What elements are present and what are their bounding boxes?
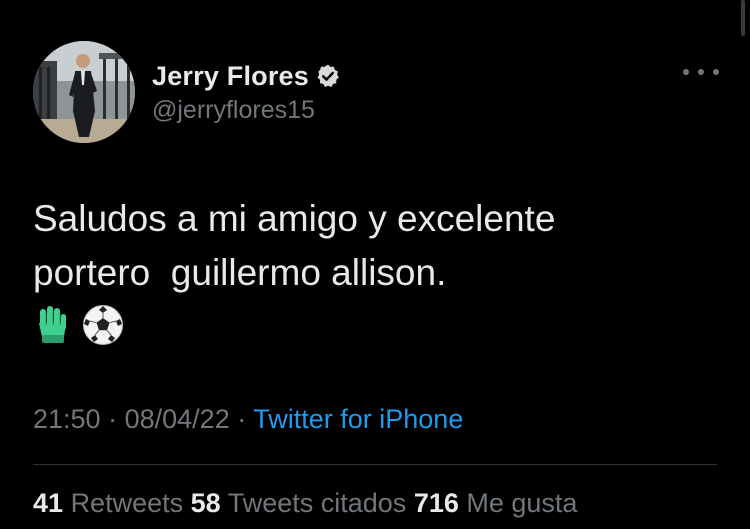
tweet-emoji-row: [36, 304, 124, 351]
divider: [33, 464, 717, 465]
quote-tweets-count: 58: [190, 488, 221, 518]
tweet-metadata: 21:50 · 08/04/22 · Twitter for iPhone: [33, 404, 463, 435]
author-handle[interactable]: @jerryflores15: [152, 96, 315, 125]
more-dot: [683, 69, 689, 75]
retweets-count: 41: [33, 488, 64, 518]
verified-badge-icon: [315, 63, 341, 89]
avatar[interactable]: [33, 41, 135, 143]
tweet-source-link[interactable]: Twitter for iPhone: [253, 404, 463, 434]
tweet-time[interactable]: 21:50: [33, 404, 101, 434]
author-display-name[interactable]: Jerry Flores: [152, 61, 309, 92]
tweet-stats: 41 Retweets 58 Tweets citados 716 Me gus…: [33, 488, 577, 519]
meta-separator: ·: [237, 404, 247, 434]
likes-label: Me gusta: [466, 488, 578, 518]
author-name-row: Jerry Flores: [152, 58, 341, 94]
tweet-text: Saludos a mi amigo y excelente portero g…: [33, 198, 556, 293]
likes-count: 716: [413, 488, 459, 518]
meta-separator: ·: [108, 404, 118, 434]
tweet-date[interactable]: 08/04/22: [125, 404, 230, 434]
more-dot: [713, 69, 719, 75]
more-dot: [698, 69, 704, 75]
quote-tweets-label: Tweets citados: [227, 488, 407, 518]
soccer-ball-icon: [82, 304, 124, 351]
retweets-stat[interactable]: 41 Retweets: [33, 488, 183, 518]
goalkeeper-glove-icon: [36, 305, 70, 350]
retweets-label: Retweets: [70, 488, 184, 518]
quote-tweets-stat[interactable]: 58 Tweets citados: [191, 488, 407, 518]
likes-stat[interactable]: 716 Me gusta: [414, 488, 578, 518]
profile-photo: [33, 41, 135, 143]
more-options-icon[interactable]: [683, 60, 719, 84]
scrollbar-thumb[interactable]: [741, 0, 745, 36]
